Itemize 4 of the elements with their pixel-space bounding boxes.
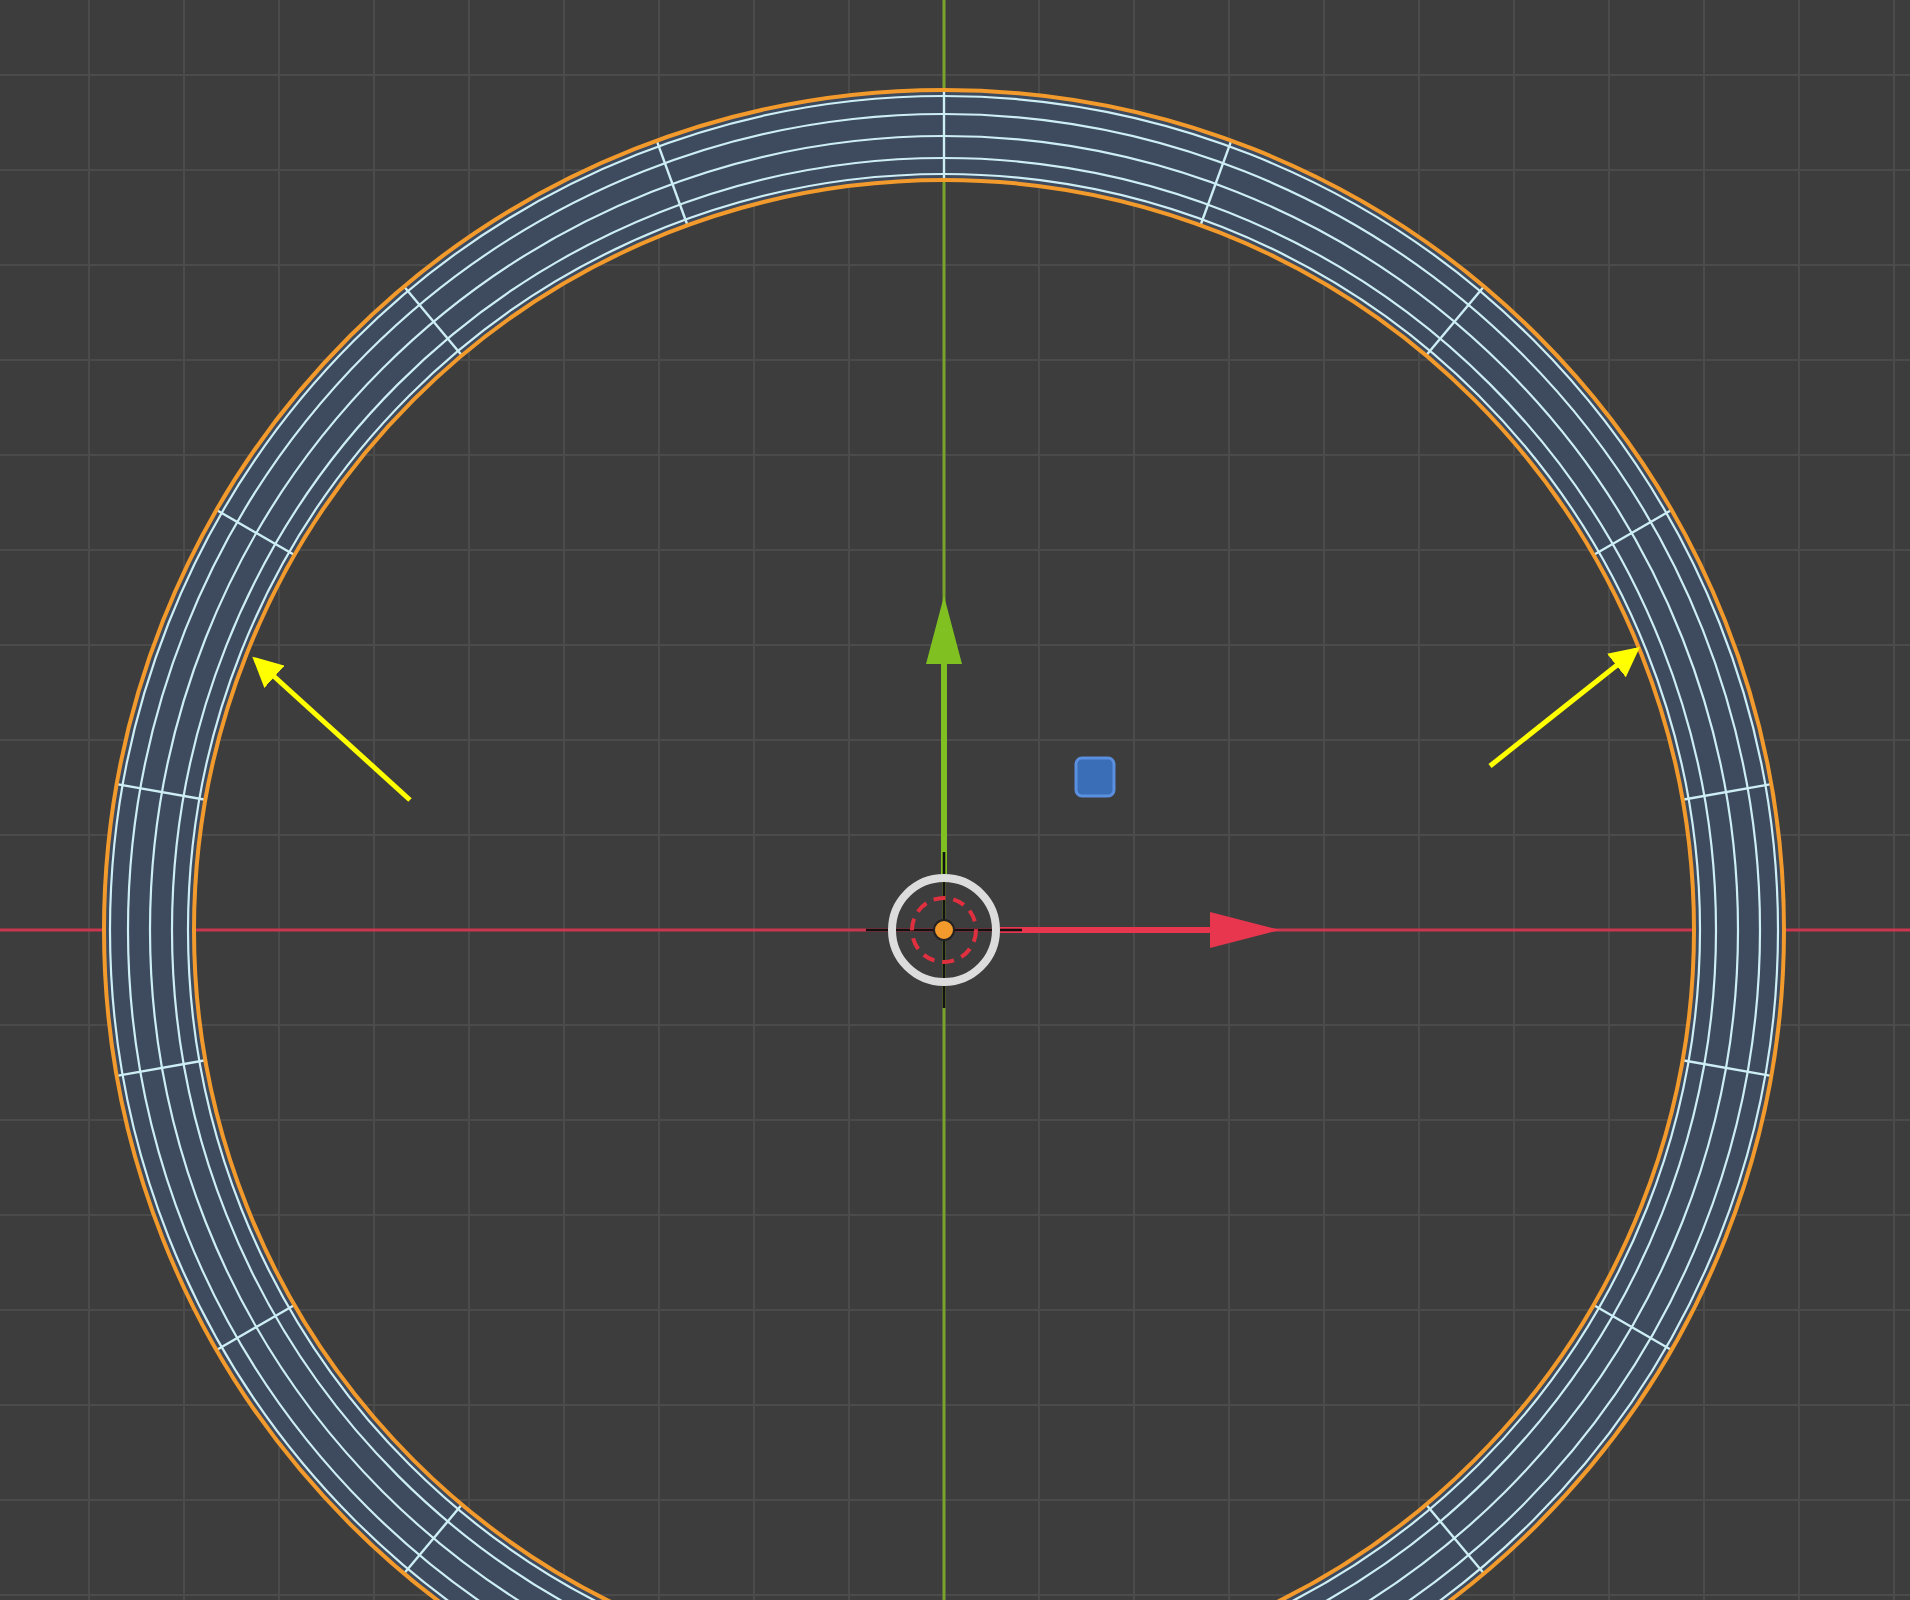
plane-handle[interactable]: [1074, 756, 1116, 798]
x-axis-arrow-handle[interactable]: [1000, 912, 1280, 948]
y-axis-arrow-handle[interactable]: [926, 596, 962, 880]
3d-cursor-icon[interactable]: [866, 852, 1022, 1008]
